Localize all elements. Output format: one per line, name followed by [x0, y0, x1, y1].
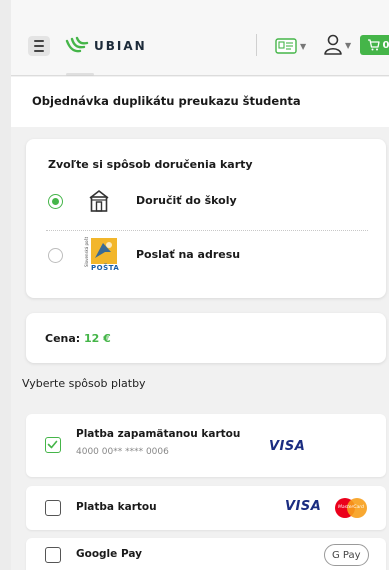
user-icon: [324, 34, 342, 55]
delivery-method-card: Zvoľte si spôsob doručenia karty Doručiť…: [26, 139, 386, 298]
google-pay-logo: G Pay: [324, 544, 369, 566]
header-divider-line: [66, 73, 94, 76]
app-header: UBIAN ▼ ▼ 0: [11, 0, 389, 76]
logo-text: UBIAN: [94, 39, 147, 53]
google-pay-checkbox[interactable]: [45, 547, 61, 563]
menu-icon[interactable]: [28, 36, 50, 56]
card-label: Platba kartou: [76, 501, 157, 513]
cart-button[interactable]: 0: [360, 35, 389, 55]
posta-icon: Slovenská pošta POŠTA: [84, 237, 120, 273]
payment-method-card[interactable]: Platba kartou VISA MasterCard: [26, 486, 386, 530]
payment-heading: Vyberte spôsob platby: [22, 377, 146, 390]
check-icon: [47, 440, 58, 449]
mastercard-logo: MasterCard: [332, 496, 370, 520]
mastercard-text: MasterCard: [338, 505, 364, 510]
delivery-radio-school[interactable]: [48, 194, 63, 209]
id-card-icon: [275, 38, 297, 54]
user-menu-button[interactable]: ▼: [323, 34, 351, 56]
chevron-down-icon: ▼: [345, 40, 352, 50]
ubian-logo-icon: [65, 36, 89, 53]
id-card-menu-button[interactable]: ▼: [275, 36, 306, 56]
card-checkbox[interactable]: [45, 500, 61, 516]
price-value: 12 €: [84, 332, 111, 345]
school-icon: [89, 190, 109, 212]
options-divider: [46, 230, 368, 231]
saved-card-checkbox[interactable]: [45, 437, 61, 453]
cart-count: 0: [382, 39, 389, 51]
saved-card-number: 4000 00** **** 0006: [76, 447, 169, 457]
header-divider: [256, 34, 257, 56]
payment-method-saved-card[interactable]: Platba zapamätanou kartou 4000 00** ****…: [26, 414, 386, 477]
posta-side-text: Slovenská pošta: [84, 237, 89, 267]
payment-method-google-pay[interactable]: Google Pay G Pay: [26, 538, 386, 570]
delivery-heading: Zvoľte si spôsob doručenia karty: [48, 158, 253, 171]
delivery-radio-address[interactable]: [48, 248, 63, 263]
delivery-option-address-label[interactable]: Poslať na adresu: [136, 248, 240, 261]
delivery-option-school-label[interactable]: Doručiť do školy: [136, 194, 237, 207]
page-title: Objednávka duplikátu preukazu študenta: [32, 94, 301, 108]
cart-icon: [367, 39, 380, 51]
page-title-bar: Objednávka duplikátu preukazu študenta: [11, 77, 389, 127]
price-row: Cena: 12 €: [45, 332, 111, 345]
price-card: Cena: 12 €: [26, 313, 386, 363]
visa-logo: VISA: [269, 439, 306, 454]
saved-card-label: Platba zapamätanou kartou: [76, 428, 241, 440]
logo[interactable]: UBIAN: [64, 35, 147, 57]
google-pay-label: Google Pay: [76, 548, 142, 560]
price-label: Cena:: [45, 332, 81, 345]
visa-logo: VISA: [285, 499, 322, 514]
chevron-down-icon: ▼: [300, 41, 307, 51]
posta-icon-text: POŠTA: [91, 264, 120, 272]
